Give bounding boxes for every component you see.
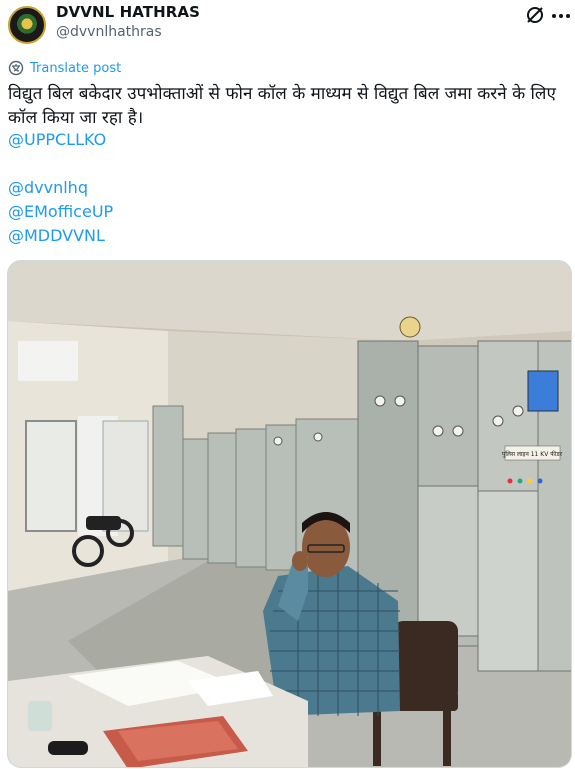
mention-link[interactable]: @UPPCLLKO xyxy=(8,128,106,152)
post-body: विद्युत बिल बकेदार उपभोक्ताओं से फोन कॉल… xyxy=(8,82,568,130)
more-horizontal-icon[interactable] xyxy=(550,4,572,26)
dvvnl-logo-icon xyxy=(15,13,39,37)
post-text: विद्युत बिल बकेदार उपभोक्ताओं से फोन कॉल… xyxy=(8,84,556,128)
mention-link[interactable]: @MDDVVNL xyxy=(8,224,105,248)
post-photo[interactable]: पुलिस लाइन 11 KV फीडर xyxy=(7,260,572,768)
mention-link[interactable]: @dvvnlhq xyxy=(8,176,88,200)
translate-icon xyxy=(8,60,24,76)
avatar[interactable] xyxy=(8,6,46,44)
translate-post-link[interactable]: Translate post xyxy=(8,59,121,77)
user-handle[interactable]: @dvvnlhathras xyxy=(56,24,162,40)
translate-label: Translate post xyxy=(30,60,122,76)
mention-link[interactable]: @EMofficeUP xyxy=(8,200,113,224)
panel-label: पुलिस लाइन 11 KV फीडर xyxy=(502,450,563,458)
display-name[interactable]: DVVNL HATHRAS xyxy=(56,3,200,21)
substation-control-room-photo: पुलिस लाइन 11 KV फीडर xyxy=(8,261,571,767)
post-header: DVVNL HATHRAS @dvvnlhathras xyxy=(0,0,575,50)
grok-icon[interactable] xyxy=(524,4,546,26)
